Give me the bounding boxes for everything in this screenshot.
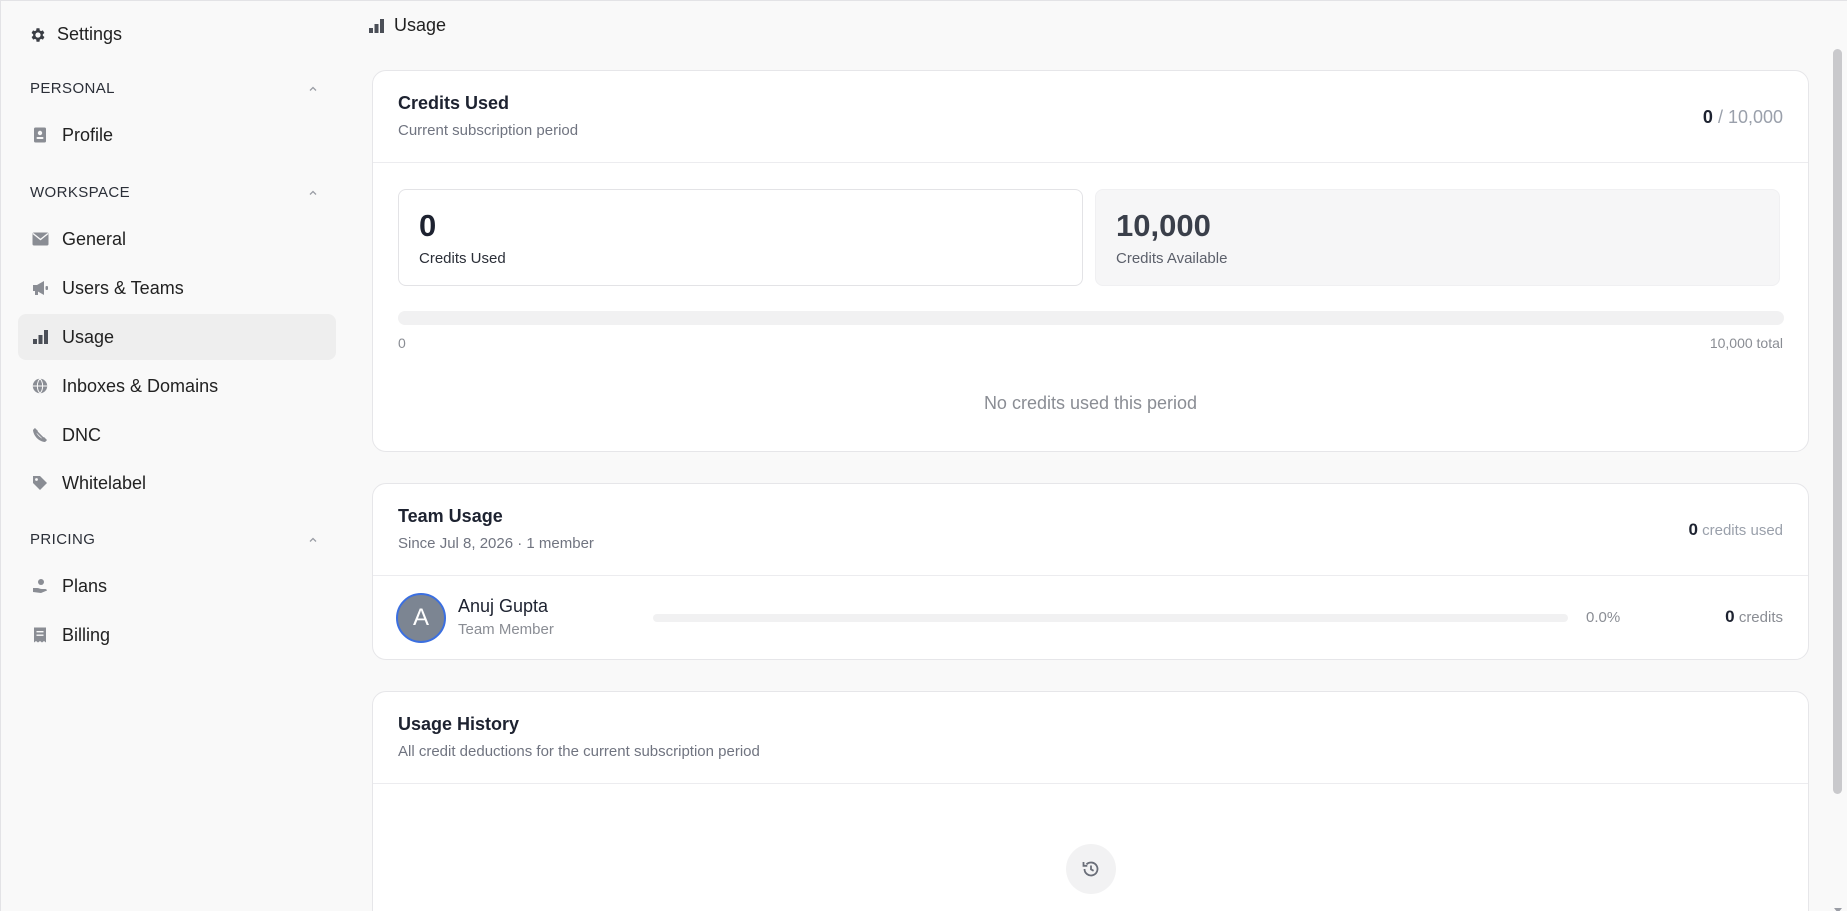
credits-used-card: Credits Used Current subscription period…	[372, 70, 1809, 452]
sidebar-item-inboxes-domains[interactable]: Inboxes & Domains	[18, 363, 336, 409]
stat-value: 10,000	[1116, 208, 1211, 243]
member-name: Anuj Gupta	[458, 596, 549, 616]
section-pricing-label: PRICING	[30, 531, 96, 548]
member-credits: 0 credits	[1725, 607, 1783, 627]
stat-value: 0	[419, 208, 437, 243]
sidebar-item-label: Plans	[62, 575, 108, 596]
credits-progress-bar	[398, 311, 1784, 325]
section-pricing-header[interactable]: PRICING	[30, 531, 320, 548]
member-usage-percent: 0.0%	[1586, 609, 1621, 626]
sidebar-item-billing[interactable]: Billing	[18, 612, 336, 658]
gear-icon	[29, 26, 47, 44]
history-icon	[1066, 844, 1116, 894]
member-credits-suffix: credits	[1738, 609, 1783, 626]
team-credits-suffix: credits used	[1702, 522, 1783, 539]
megaphone-icon	[31, 279, 49, 297]
sidebar-item-whitelabel[interactable]: Whitelabel	[18, 460, 336, 506]
sidebar-item-label: Usage	[62, 326, 115, 347]
sidebar-title: Settings	[29, 24, 122, 45]
section-personal-label: PERSONAL	[30, 80, 115, 97]
sidebar-item-users-teams[interactable]: Users & Teams	[18, 265, 336, 311]
credits-used-stat: 0 Credits Used	[398, 189, 1083, 286]
section-workspace-label: WORKSPACE	[30, 184, 131, 201]
progress-max-label: 10,000 total	[1709, 335, 1783, 351]
team-usage-card: Team Usage Since Jul 8, 2026 · 1 member …	[372, 483, 1809, 660]
globe-icon	[31, 377, 49, 395]
sidebar-item-plans[interactable]: Plans	[18, 563, 336, 609]
progress-min-label: 0	[398, 335, 406, 351]
credits-summary: 0 / 10,000	[1703, 107, 1783, 128]
card-subtitle: All credit deductions for the current su…	[398, 743, 760, 760]
sidebar-item-label: Billing	[62, 624, 111, 645]
settings-sidebar: Settings PERSONAL Profile WORKSPACE Gene…	[1, 1, 347, 911]
profile-icon	[31, 126, 49, 144]
receipt-icon	[31, 626, 49, 644]
avatar: A	[396, 593, 446, 643]
section-workspace-header[interactable]: WORKSPACE	[30, 184, 320, 201]
sidebar-item-general[interactable]: General	[18, 216, 336, 262]
sidebar-item-label: Users & Teams	[62, 277, 184, 298]
member-usage-bar	[653, 614, 1568, 622]
stat-label: Credits Available	[1116, 250, 1228, 267]
empty-state-message: No credits used this period	[983, 393, 1198, 413]
sidebar-item-label: Whitelabel	[62, 472, 147, 493]
member-role: Team Member	[458, 621, 554, 638]
chevron-up-icon[interactable]	[306, 533, 320, 547]
hand-coin-icon	[31, 577, 49, 595]
phone-slash-icon	[31, 426, 49, 444]
scrollbar-thumb[interactable]	[1833, 49, 1842, 794]
page-header: Usage	[369, 15, 446, 36]
chevron-up-icon[interactable]	[306, 82, 320, 96]
chevron-up-icon[interactable]	[306, 186, 320, 200]
member-row[interactable]: A Anuj Gupta Team Member 0.0% 0 credits	[373, 576, 1808, 659]
card-header: Team Usage Since Jul 8, 2026 · 1 member …	[373, 484, 1808, 576]
main-content: Usage Credits Used Current subscription …	[347, 1, 1817, 911]
stat-label: Credits Used	[419, 250, 506, 267]
section-personal-header[interactable]: PERSONAL	[30, 80, 320, 97]
card-title: Usage History	[398, 714, 520, 734]
sidebar-item-label: DNC	[62, 424, 101, 445]
team-credits-summary: 0 credits used	[1688, 520, 1783, 540]
page-title: Usage	[394, 15, 447, 35]
credits-available-stat: 10,000 Credits Available	[1095, 189, 1780, 286]
bar-chart-icon	[369, 18, 384, 33]
sidebar-item-label: Inboxes & Domains	[62, 375, 219, 396]
sidebar-item-dnc[interactable]: DNC	[18, 412, 336, 458]
sidebar-item-label: Profile	[62, 124, 114, 145]
card-header: Credits Used Current subscription period…	[373, 71, 1808, 163]
card-header: Usage History All credit deductions for …	[373, 692, 1808, 784]
envelope-icon	[31, 230, 49, 248]
sidebar-title-label: Settings	[57, 24, 123, 44]
card-title: Team Usage	[398, 506, 503, 526]
credits-total-value: / 10,000	[1717, 107, 1783, 127]
sidebar-item-usage[interactable]: Usage	[18, 314, 336, 360]
tag-icon	[31, 474, 49, 492]
usage-history-card: Usage History All credit deductions for …	[372, 691, 1809, 911]
card-subtitle: Current subscription period	[398, 122, 579, 139]
bar-chart-icon	[31, 328, 49, 346]
sidebar-item-label: General	[62, 228, 127, 249]
member-credits-value: 0	[1725, 607, 1735, 626]
scroll-down-arrow[interactable]	[1833, 902, 1843, 911]
credits-used-value: 0	[1702, 107, 1713, 127]
team-credits-value: 0	[1688, 520, 1698, 539]
sidebar-item-profile[interactable]: Profile	[18, 112, 336, 158]
card-subtitle: Since Jul 8, 2026 · 1 member	[398, 535, 594, 552]
card-title: Credits Used	[398, 93, 510, 113]
